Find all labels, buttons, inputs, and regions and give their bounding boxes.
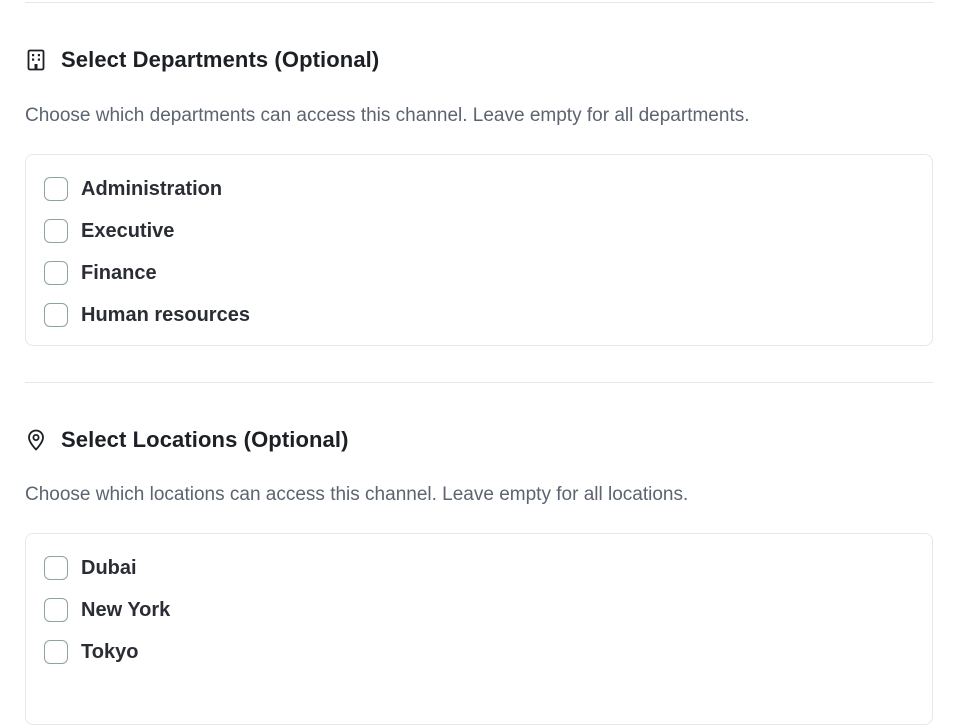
department-option-finance[interactable]: Finance — [26, 252, 932, 294]
option-label: Finance — [81, 261, 157, 284]
departments-description: Choose which departments can access this… — [25, 105, 750, 126]
option-label: Executive — [81, 219, 175, 242]
option-label: Dubai — [81, 556, 137, 579]
option-label: Tokyo — [81, 640, 139, 663]
departments-header: Select Departments (Optional) — [25, 47, 379, 73]
department-option-human-resources[interactable]: Human resources — [26, 294, 932, 336]
channel-access-settings: Select Departments (Optional) Choose whi… — [0, 0, 958, 727]
locations-description: Choose which locations can access this c… — [25, 484, 689, 505]
checkbox[interactable] — [44, 556, 68, 580]
departments-options-box: Administration Executive Finance Human r… — [25, 154, 933, 346]
checkbox[interactable] — [44, 261, 68, 285]
checkbox[interactable] — [44, 219, 68, 243]
departments-title: Select Departments (Optional) — [61, 47, 380, 72]
option-label: Human resources — [81, 303, 250, 326]
building-icon — [25, 49, 47, 71]
checkbox[interactable] — [44, 303, 68, 327]
option-label: Administration — [81, 177, 223, 200]
checkbox[interactable] — [44, 640, 68, 664]
checkbox[interactable] — [44, 598, 68, 622]
department-option-executive[interactable]: Executive — [26, 210, 932, 252]
location-option-dubai[interactable]: Dubai — [26, 547, 932, 589]
locations-header: Select Locations (Optional) — [25, 427, 349, 453]
checkbox[interactable] — [44, 177, 68, 201]
top-divider — [25, 2, 933, 3]
location-option-tokyo[interactable]: Tokyo — [26, 631, 932, 673]
location-option-new-york[interactable]: New York — [26, 589, 932, 631]
department-option-administration[interactable]: Administration — [26, 168, 932, 210]
section-divider — [25, 382, 933, 383]
locations-title: Select Locations (Optional) — [61, 427, 349, 452]
option-label: New York — [81, 598, 171, 621]
locations-options-box: Dubai New York Tokyo — [25, 533, 933, 725]
map-pin-icon — [25, 429, 47, 451]
